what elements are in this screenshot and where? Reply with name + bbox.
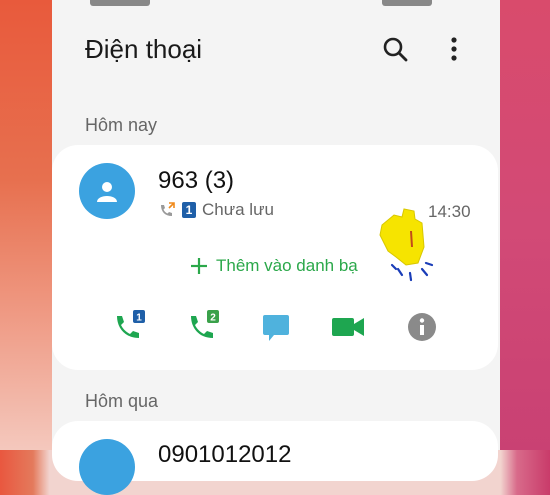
pointing-hand-icon (379, 208, 434, 282)
section-today: Hôm nay (85, 115, 158, 135)
status-bar-icons (382, 0, 432, 6)
missed-call-icon (161, 202, 175, 216)
avatar[interactable] (79, 163, 135, 219)
video-call-icon[interactable] (328, 307, 368, 347)
page-title: Điện thoại (85, 34, 203, 64)
avatar-2[interactable] (79, 439, 135, 495)
wallpaper-right (500, 0, 550, 450)
call-sim2-icon[interactable]: 2 (183, 306, 223, 346)
sim-badge: 1 (182, 202, 196, 218)
caller-name-2: 0901012012 (158, 441, 292, 468)
call-log-card-2[interactable]: 0901012012 (52, 421, 498, 495)
call-sim1-icon[interactable]: 1 (109, 306, 149, 346)
message-icon[interactable] (256, 308, 296, 348)
svg-text:1: 1 (136, 313, 142, 324)
section-yesterday: Hôm qua (85, 391, 159, 411)
add-contact-label: Thêm vào danh bạ (216, 256, 358, 275)
search-icon[interactable] (377, 31, 413, 67)
plus-icon (191, 258, 207, 274)
person-icon (97, 182, 117, 202)
status-text: Chưa lưu (202, 200, 274, 219)
phone-app: Điện thoại Hôm nay 963 (3) 1 Chưa lưu 14… (52, 0, 500, 495)
more-vert-icon[interactable] (436, 31, 472, 67)
wallpaper-left (0, 0, 52, 450)
status-bar (90, 0, 150, 6)
caller-name: 963 (3) (158, 167, 235, 194)
call-status: 1 Chưa lưu (158, 200, 274, 220)
info-icon[interactable] (402, 307, 442, 347)
add-contact-button[interactable]: Thêm vào danh bạ (190, 256, 358, 276)
svg-text:2: 2 (210, 313, 216, 324)
